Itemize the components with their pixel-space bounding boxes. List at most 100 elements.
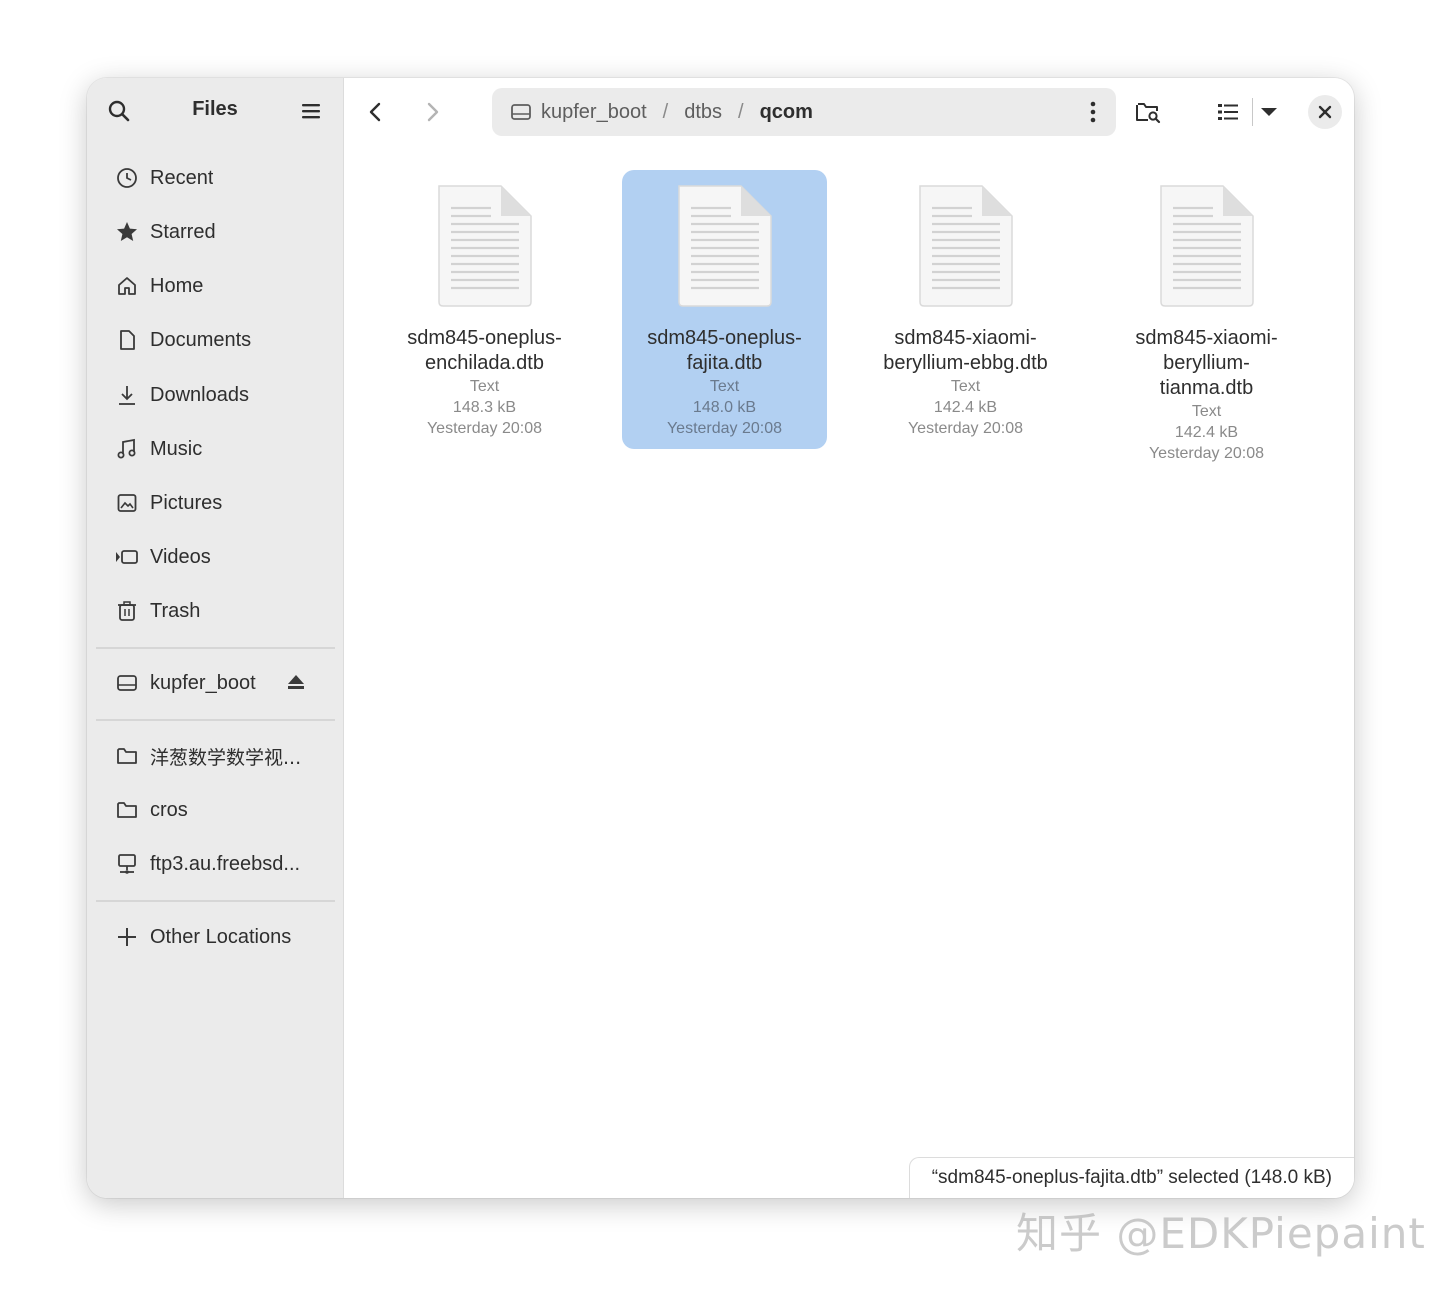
path-menu-icon[interactable] <box>1082 100 1104 124</box>
forward-button[interactable] <box>414 94 450 130</box>
eject-icon[interactable] <box>285 671 307 698</box>
trash-icon <box>115 599 139 623</box>
file-item[interactable]: sdm845-xiaomi-beryllium-tianma.dtb Text … <box>1104 170 1309 474</box>
picture-icon <box>115 491 139 515</box>
hamburger-menu-icon <box>302 104 320 119</box>
video-icon <box>115 545 139 569</box>
file-item[interactable]: sdm845-oneplus-enchilada.dtb Text 148.3 … <box>382 170 587 449</box>
sidebar-item-trash[interactable]: Trash <box>97 589 333 633</box>
home-icon <box>115 274 139 298</box>
view-mode-button[interactable] <box>1210 94 1246 130</box>
file-name: sdm845-xiaomi-beryllium-tianma.dtb <box>1135 327 1278 399</box>
sidebar-item-pictures[interactable]: Pictures <box>97 481 333 525</box>
watermark: 知乎 @EDKPiepaint <box>1016 1209 1426 1258</box>
file-size: 148.3 kB <box>452 399 517 416</box>
search-button[interactable] <box>101 93 137 129</box>
breadcrumb-kupfer-boot[interactable]: kupfer_boot <box>541 101 647 124</box>
sidebar-item-ftp[interactable]: ftp3.au.freebsd... <box>97 842 333 886</box>
search-icon <box>108 100 130 122</box>
sidebar-item-kupfer-boot[interactable]: kupfer_boot <box>97 661 333 705</box>
sidebar-item-label: Recent <box>150 166 214 189</box>
folder-search-icon <box>1136 103 1161 124</box>
sidebar-item-other-locations[interactable]: Other Locations <box>97 915 333 959</box>
text-file-icon <box>675 184 775 313</box>
file-item-selected[interactable]: sdm845-oneplus-fajita.dtb Text 148.0 kB … <box>622 170 827 449</box>
main-menu-button[interactable] <box>293 93 329 129</box>
sidebar-item-label: ftp3.au.freebsd... <box>150 852 301 875</box>
close-button[interactable] <box>1308 95 1342 129</box>
sidebar-divider <box>96 900 335 902</box>
sidebar-item-music[interactable]: Music <box>97 427 333 471</box>
sidebar-item-label: kupfer_boot <box>150 671 256 694</box>
clock-icon <box>115 166 139 190</box>
breadcrumb-qcom[interactable]: qcom <box>760 101 813 124</box>
folder-icon <box>115 798 139 822</box>
plus-icon <box>115 925 139 949</box>
chevron-down-icon <box>1261 108 1277 116</box>
sidebar-item-recent[interactable]: Recent <box>97 156 333 200</box>
file-modified: Yesterday 20:08 <box>426 420 543 437</box>
sidebar-item-cros[interactable]: cros <box>97 788 333 832</box>
sidebar-item-videos[interactable]: Videos <box>97 535 333 579</box>
file-type: Text <box>469 378 500 395</box>
search-folder-button[interactable] <box>1130 94 1166 130</box>
back-button[interactable] <box>358 94 394 130</box>
sidebar-divider <box>96 719 335 721</box>
network-icon <box>115 852 139 876</box>
sidebar-item-label: Home <box>150 274 204 297</box>
file-name: sdm845-oneplus-fajita.dtb <box>647 327 802 374</box>
sidebar-item-label: cros <box>150 798 188 821</box>
breadcrumb-separator: / <box>662 100 669 123</box>
sidebar-item-label: Documents <box>150 328 252 351</box>
sidebar-item-documents[interactable]: Documents <box>97 318 333 362</box>
chevron-right-icon <box>427 102 439 122</box>
breadcrumb-separator: / <box>738 100 744 123</box>
sidebar-item-bookmark-folder[interactable]: 洋葱数学数学视... <box>97 734 333 778</box>
text-file-icon <box>435 184 535 313</box>
file-type: Text <box>709 378 740 395</box>
file-size: 148.0 kB <box>692 399 757 416</box>
drive-icon <box>115 671 139 695</box>
sidebar-item-label: Downloads <box>150 383 249 406</box>
file-modified: Yesterday 20:08 <box>907 420 1024 437</box>
breadcrumb-dtbs[interactable]: dtbs <box>684 101 722 124</box>
sidebar-item-label: Music <box>150 437 203 460</box>
close-icon <box>1318 105 1332 119</box>
file-item[interactable]: sdm845-xiaomi-beryllium-ebbg.dtb Text 14… <box>863 170 1068 449</box>
star-icon <box>115 220 139 244</box>
sidebar-header: Files <box>87 78 343 144</box>
sidebar-item-label: 洋葱数学数学视... <box>150 746 302 769</box>
file-type: Text <box>950 378 981 395</box>
drive-icon <box>510 101 532 123</box>
file-size: 142.4 kB <box>933 399 998 416</box>
sidebar-item-label: Videos <box>150 545 211 568</box>
file-size: 142.4 kB <box>1174 424 1239 441</box>
file-modified: Yesterday 20:08 <box>1148 445 1265 462</box>
sidebar: Files Recent Starred Home Documents Down… <box>87 78 344 1198</box>
file-modified: Yesterday 20:08 <box>666 420 783 437</box>
sidebar-item-downloads[interactable]: Downloads <box>97 373 333 417</box>
document-icon <box>115 328 139 352</box>
sidebar-item-home[interactable]: Home <box>97 264 333 308</box>
file-name: sdm845-oneplus-enchilada.dtb <box>407 327 562 374</box>
sidebar-item-label: Trash <box>150 599 201 622</box>
file-type: Text <box>1191 403 1222 420</box>
sidebar-item-label: Starred <box>150 220 216 243</box>
text-file-icon <box>916 184 1016 313</box>
view-options-button[interactable] <box>1254 94 1284 130</box>
file-manager-window: Files Recent Starred Home Documents Down… <box>87 78 1354 1198</box>
music-icon <box>115 437 139 461</box>
sidebar-item-label: Other Locations <box>150 925 292 948</box>
toolbar-divider <box>1252 98 1253 126</box>
path-bar: kupfer_boot / dtbs / qcom <box>492 88 1116 136</box>
content-area: kupfer_boot / dtbs / qcom sdm845-oneplus… <box>344 78 1354 1198</box>
sidebar-divider <box>96 647 335 649</box>
text-file-icon <box>1157 184 1257 313</box>
sidebar-item-starred[interactable]: Starred <box>97 210 333 254</box>
folder-icon <box>115 744 139 768</box>
chevron-left-icon <box>369 102 381 122</box>
selection-status: “sdm845-oneplus-fajita.dtb” selected (14… <box>908 1157 1354 1198</box>
download-icon <box>115 383 139 407</box>
file-name: sdm845-xiaomi-beryllium-ebbg.dtb <box>883 327 1048 374</box>
sidebar-item-label: Pictures <box>150 491 223 514</box>
